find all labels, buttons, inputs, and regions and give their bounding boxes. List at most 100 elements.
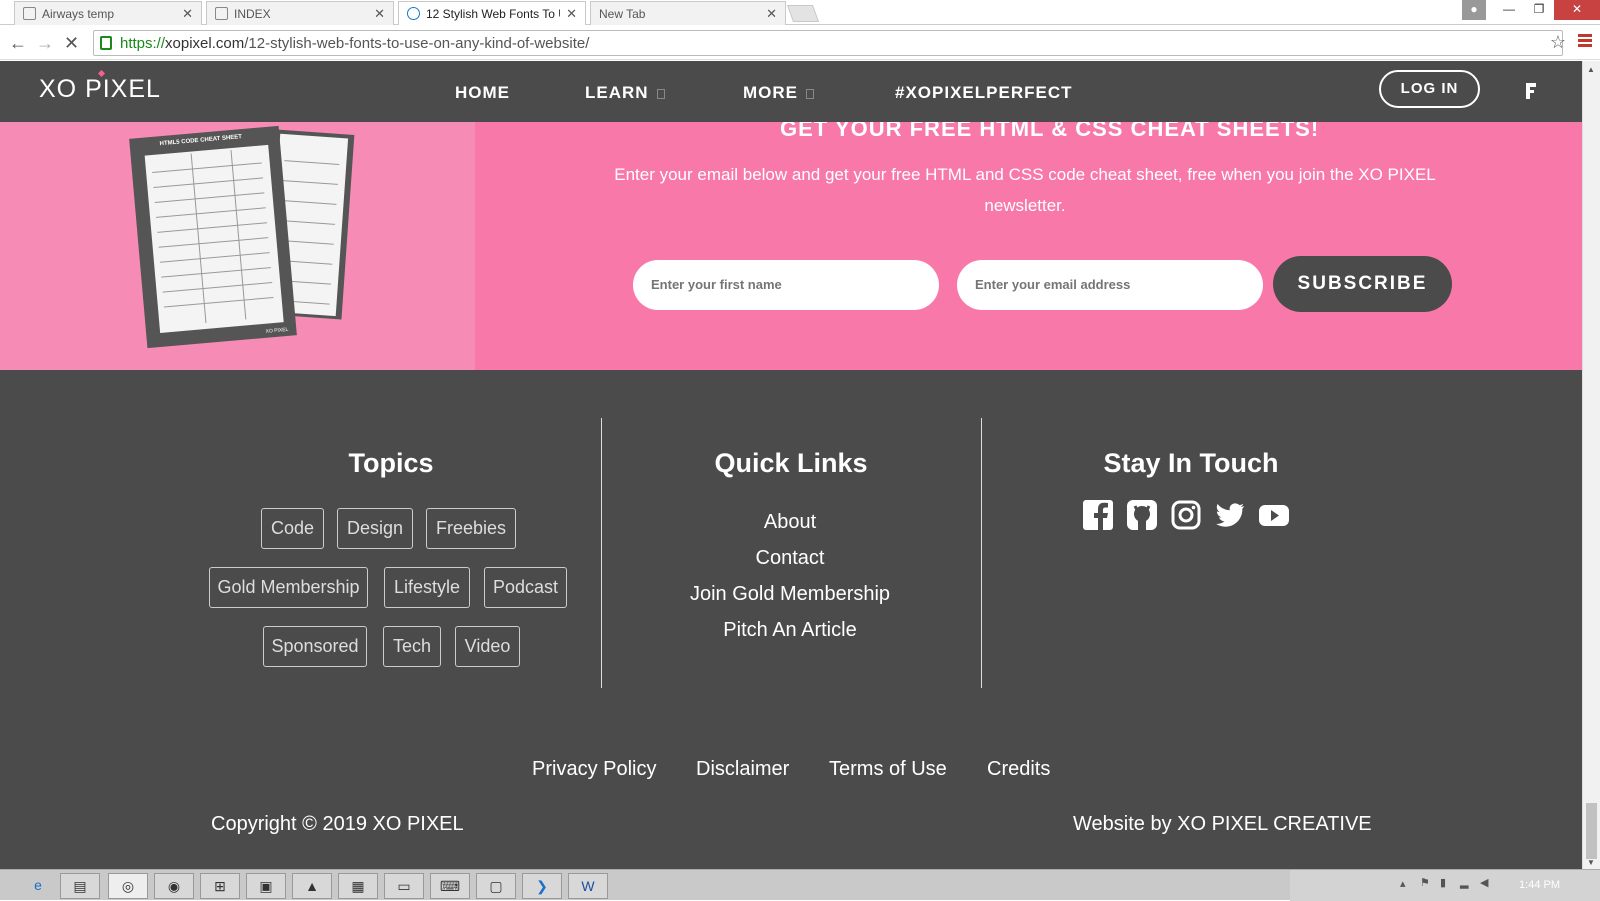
youtube-icon[interactable] bbox=[1259, 500, 1289, 530]
quick-link-join-gold[interactable]: Join Gold Membership bbox=[590, 583, 990, 606]
topic-tag-design[interactable]: Design bbox=[337, 508, 413, 549]
login-button[interactable]: LOG IN bbox=[1379, 70, 1480, 108]
topic-tag-podcast[interactable]: Podcast bbox=[484, 567, 567, 608]
browser-tab-index[interactable]: INDEX ✕ bbox=[206, 1, 394, 25]
browser-tab-airways[interactable]: Airways temp ✕ bbox=[14, 1, 202, 25]
url-scheme: https:// bbox=[120, 34, 166, 52]
nav-more-label: MORE bbox=[743, 83, 798, 102]
scroll-down-icon[interactable]: ▼ bbox=[1587, 858, 1595, 867]
new-tab-button[interactable] bbox=[786, 5, 820, 22]
tray-arrow-icon[interactable]: ▴ bbox=[1400, 877, 1406, 890]
page-scrollbar[interactable]: ▲ ▼ bbox=[1582, 61, 1600, 869]
github-icon[interactable] bbox=[1127, 500, 1157, 530]
topics-heading: Topics bbox=[348, 448, 434, 478]
app-icon[interactable]: ▣ bbox=[246, 873, 286, 899]
windows-taskbar: e ▤ ◎ ◉ ⊞ ▣ ▲ ▦ ▭ ⌨ ▢ ❯ W ▴ ⚑ ▮ ▂ ◀ 1:44… bbox=[0, 869, 1600, 901]
volume-icon[interactable]: ◀ bbox=[1480, 876, 1488, 889]
back-arrow-icon[interactable]: ← bbox=[9, 33, 27, 54]
quick-link-pitch[interactable]: Pitch An Article bbox=[590, 619, 990, 642]
copyright-text: Copyright © 2019 XO PIXEL bbox=[211, 813, 464, 835]
instagram-icon[interactable] bbox=[1171, 500, 1201, 530]
bookmark-star-icon[interactable]: ☆ bbox=[1550, 32, 1566, 53]
network-icon[interactable]: ▂ bbox=[1460, 876, 1468, 889]
app-icon[interactable]: ⊞ bbox=[200, 873, 240, 899]
window-icon[interactable]: ▭ bbox=[384, 873, 424, 899]
topic-tag-sponsored[interactable]: Sponsored bbox=[263, 626, 367, 667]
twitter-icon[interactable] bbox=[1215, 500, 1245, 530]
cheat-sheet-brand: XO PIXEL bbox=[265, 326, 289, 335]
close-window-button[interactable]: ✕ bbox=[1554, 0, 1600, 20]
topic-tag-tech[interactable]: Tech bbox=[383, 626, 441, 667]
chevron-down-icon bbox=[656, 88, 665, 99]
vlc-icon[interactable]: ▲ bbox=[292, 873, 332, 899]
stop-loading-icon[interactable]: ✕ bbox=[64, 33, 79, 54]
cheat-sheet-front: HTML5 CODE CHEAT SHEET XO PIXEL bbox=[129, 125, 297, 349]
site-footer: Topics Code Design Freebies Gold Members… bbox=[0, 370, 1582, 869]
nav-home[interactable]: HOME bbox=[455, 83, 510, 103]
word-icon[interactable]: W bbox=[568, 873, 608, 899]
battery-icon[interactable]: ▮ bbox=[1440, 876, 1446, 889]
nav-learn-label: LEARN bbox=[585, 83, 649, 102]
system-tray: ▴ ⚑ ▮ ▂ ◀ 1:44 PM bbox=[1290, 870, 1600, 901]
nav-learn[interactable]: LEARN bbox=[585, 83, 665, 103]
close-tab-icon[interactable]: ✕ bbox=[566, 6, 577, 22]
scrollbar-thumb[interactable] bbox=[1586, 803, 1597, 859]
site-credit-link[interactable]: Website by XO PIXEL CREATIVE bbox=[1073, 813, 1372, 836]
monitor-icon[interactable]: ▢ bbox=[476, 873, 516, 899]
topic-tag-code[interactable]: Code bbox=[261, 508, 324, 549]
notepad-icon[interactable]: ▦ bbox=[338, 873, 378, 899]
restore-button[interactable]: ❐ bbox=[1524, 0, 1554, 20]
browser-menu-icon[interactable] bbox=[1578, 34, 1592, 47]
chevron-down-icon bbox=[806, 88, 814, 99]
flag-icon[interactable]: ⚑ bbox=[1420, 876, 1430, 889]
browser-tab-new[interactable]: New Tab ✕ bbox=[590, 1, 786, 25]
clock[interactable]: 1:44 PM bbox=[1519, 879, 1560, 891]
disclaimer-link[interactable]: Disclaimer bbox=[696, 758, 789, 781]
credits-link[interactable]: Credits bbox=[987, 758, 1050, 781]
window-controls: ● — ❐ ✕ bbox=[1462, 0, 1600, 20]
firefox-icon[interactable]: ◉ bbox=[154, 873, 194, 899]
logo-text: XO PIXEL bbox=[39, 75, 161, 103]
tab-title: New Tab bbox=[599, 6, 646, 21]
first-name-input[interactable] bbox=[633, 260, 939, 310]
topic-tag-video[interactable]: Video bbox=[455, 626, 520, 667]
nav-xopixelperfect[interactable]: #XOPIXELPERFECT bbox=[895, 83, 1072, 103]
quick-link-contact[interactable]: Contact bbox=[590, 547, 990, 570]
forward-arrow-icon[interactable]: → bbox=[36, 33, 54, 54]
keyboard-icon[interactable]: ⌨ bbox=[430, 873, 470, 899]
page-icon bbox=[23, 7, 36, 20]
user-icon[interactable]: ● bbox=[1462, 0, 1486, 20]
site-logo[interactable]: XO PIXEL bbox=[39, 69, 161, 104]
newsletter-cta: HTML5 CODE CHEAT SHEET XO PIXEL GET YOUR… bbox=[0, 116, 1582, 370]
terms-of-use-link[interactable]: Terms of Use bbox=[829, 758, 947, 781]
privacy-policy-link[interactable]: Privacy Policy bbox=[532, 758, 656, 781]
chrome-icon[interactable]: ◎ bbox=[108, 873, 148, 899]
subscribe-button[interactable]: SUBSCRIBE bbox=[1273, 256, 1452, 312]
close-tab-icon[interactable]: ✕ bbox=[182, 6, 193, 22]
minimize-button[interactable]: — bbox=[1494, 0, 1524, 20]
topic-tag-gold-membership[interactable]: Gold Membership bbox=[209, 567, 368, 608]
file-explorer-icon[interactable]: ▤ bbox=[60, 873, 100, 899]
search-icon[interactable] bbox=[1522, 81, 1538, 101]
lock-icon bbox=[100, 36, 112, 50]
browser-tab-active[interactable]: 12 Stylish Web Fonts To U ✕ bbox=[398, 1, 586, 25]
quick-link-about[interactable]: About bbox=[590, 511, 990, 534]
facebook-icon[interactable] bbox=[1083, 500, 1113, 530]
topic-tag-lifestyle[interactable]: Lifestyle bbox=[384, 567, 470, 608]
ie-icon[interactable]: e bbox=[18, 873, 58, 899]
browser-tab-bar: Airways temp ✕ INDEX ✕ 12 Stylish Web Fo… bbox=[0, 0, 1600, 25]
close-tab-icon[interactable]: ✕ bbox=[374, 6, 385, 22]
url-bar[interactable]: https://xopixel.com/12-stylish-web-fonts… bbox=[93, 30, 1563, 56]
page-icon bbox=[215, 7, 228, 20]
cheat-sheet-image: HTML5 CODE CHEAT SHEET XO PIXEL bbox=[0, 122, 475, 370]
website-viewport: HTML5 CODE CHEAT SHEET XO PIXEL GET YOUR… bbox=[0, 61, 1582, 869]
topic-tag-freebies[interactable]: Freebies bbox=[426, 508, 516, 549]
url-path: /12-stylish-web-fonts-to-use-on-any-kind… bbox=[244, 34, 590, 52]
close-tab-icon[interactable]: ✕ bbox=[766, 6, 777, 22]
quick-links-heading: Quick Links bbox=[714, 448, 868, 478]
scroll-up-icon[interactable]: ▲ bbox=[1587, 65, 1595, 74]
email-input[interactable] bbox=[957, 260, 1263, 310]
cheat-sheet-title: HTML5 CODE CHEAT SHEET bbox=[159, 134, 243, 148]
vscode-icon[interactable]: ❯ bbox=[522, 873, 562, 899]
nav-more[interactable]: MORE bbox=[743, 83, 814, 103]
